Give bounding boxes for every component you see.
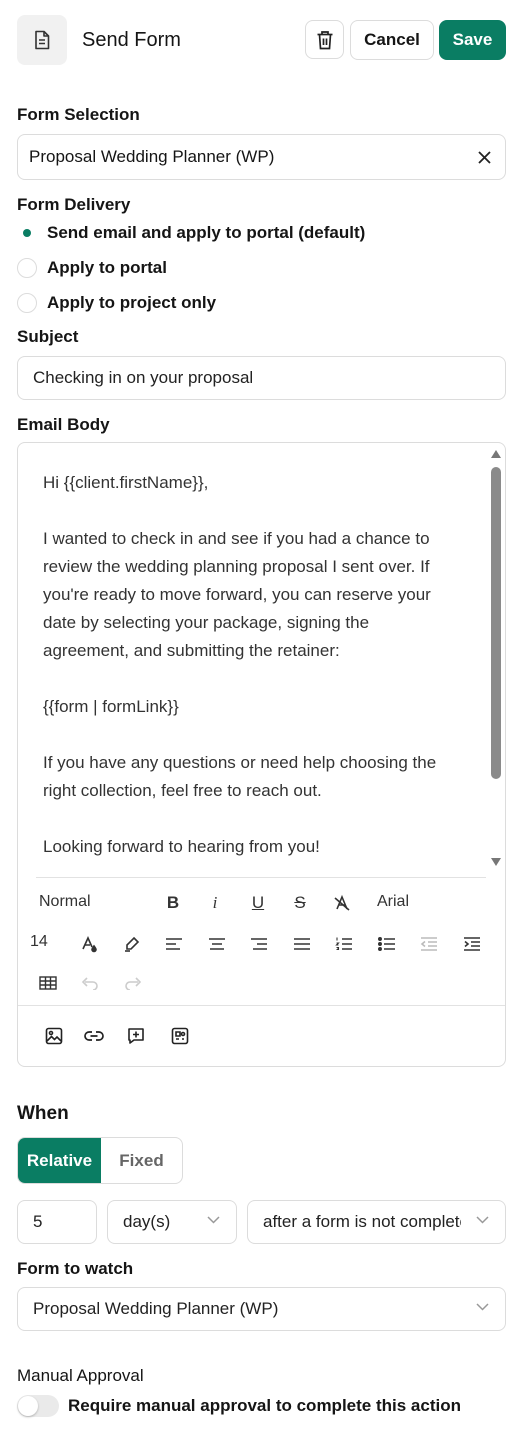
table-icon[interactable]	[37, 972, 59, 994]
delivery-option-project[interactable]: Apply to project only	[17, 291, 216, 315]
amount-input[interactable]: 5	[17, 1200, 97, 1244]
body-line: Looking forward to hearing from you!	[43, 837, 320, 856]
trash-icon	[317, 30, 332, 49]
highlight-icon[interactable]	[121, 933, 143, 955]
delivery-option-email-portal[interactable]: Send email and apply to portal (default)	[17, 221, 365, 245]
manual-approval-label: Manual Approval	[17, 1366, 144, 1385]
body-line: Hi {{client.firstName}},	[43, 473, 209, 492]
ordered-list-icon[interactable]	[333, 933, 355, 955]
toggle-knob	[18, 1396, 38, 1416]
form-selection-value: Proposal Wedding Planner (WP)	[29, 147, 275, 166]
tab-relative[interactable]: Relative	[18, 1138, 101, 1183]
body-line	[43, 665, 483, 693]
image-icon[interactable]	[43, 1025, 65, 1047]
manual-approval-toggle[interactable]	[17, 1395, 59, 1417]
align-left-icon[interactable]	[163, 933, 185, 955]
strikethrough-icon[interactable]: S	[289, 892, 311, 914]
body-line: If you have any questions or need help c…	[43, 753, 437, 772]
align-right-icon[interactable]	[248, 933, 270, 955]
amount-value: 5	[33, 1212, 43, 1231]
cancel-button[interactable]: Cancel	[350, 20, 434, 60]
condition-value: after a form is not completed	[263, 1212, 461, 1231]
font-size-select[interactable]: 14	[30, 933, 48, 951]
radio-button[interactable]	[17, 293, 37, 313]
condition-select[interactable]: after a form is not completed	[247, 1200, 506, 1244]
undo-icon[interactable]	[79, 972, 101, 994]
form-to-watch-select[interactable]: Proposal Wedding Planner (WP)	[17, 1287, 506, 1331]
scroll-up-arrow-icon[interactable]	[490, 449, 502, 459]
document-icon	[35, 30, 50, 50]
link-icon[interactable]	[83, 1025, 105, 1047]
template-icon[interactable]	[169, 1025, 191, 1047]
font-family-select[interactable]: Arial	[377, 893, 409, 911]
toolbar-divider	[36, 877, 486, 878]
unit-select[interactable]: day(s)	[107, 1200, 237, 1244]
chevron-down-icon	[476, 1216, 489, 1224]
email-body-content[interactable]: Hi {{client.firstName}}, I wanted to che…	[43, 469, 483, 874]
chevron-down-icon	[207, 1216, 220, 1224]
delivery-option-label: Apply to portal	[47, 258, 167, 277]
form-to-watch-value: Proposal Wedding Planner (WP)	[33, 1299, 279, 1318]
body-line: date by selecting your package, signing …	[43, 613, 370, 632]
redo-icon[interactable]	[122, 972, 144, 994]
radio-button[interactable]	[17, 258, 37, 278]
form-delivery-label: Form Delivery	[17, 195, 131, 214]
manual-approval-toggle-label: Require manual approval to complete this…	[68, 1396, 461, 1415]
body-line	[43, 721, 483, 749]
align-center-icon[interactable]	[206, 933, 228, 955]
tab-fixed[interactable]: Fixed	[101, 1138, 182, 1183]
body-line: agreement, and submitting the retainer:	[43, 641, 340, 660]
indent-icon[interactable]	[461, 933, 483, 955]
form-selection-label: Form Selection	[17, 105, 140, 124]
delivery-option-label: Send email and apply to portal (default)	[47, 223, 366, 242]
editor-footer-divider	[18, 1005, 505, 1006]
outdent-icon[interactable]	[418, 933, 440, 955]
body-line: you're ready to move forward, you can re…	[43, 585, 431, 604]
insert-field-icon[interactable]	[125, 1025, 147, 1047]
form-selection-field[interactable]: Proposal Wedding Planner (WP)	[17, 134, 506, 180]
paragraph-style-select[interactable]: Normal	[39, 893, 91, 911]
body-line	[43, 497, 483, 525]
align-justify-icon[interactable]	[291, 933, 313, 955]
body-line: right collection, feel free to reach out…	[43, 781, 322, 800]
italic-icon[interactable]: i	[204, 892, 226, 914]
clear-icon[interactable]	[478, 151, 491, 164]
form-icon-tile	[17, 15, 67, 65]
form-to-watch-label: Form to watch	[17, 1259, 134, 1278]
email-body-editor: Hi {{client.firstName}}, I wanted to che…	[17, 442, 506, 1067]
bold-icon[interactable]: B	[162, 892, 184, 914]
body-line	[43, 805, 483, 833]
delivery-option-portal[interactable]: Apply to portal	[17, 256, 167, 280]
body-line: I wanted to check in and see if you had …	[43, 529, 430, 548]
when-label: When	[17, 1103, 69, 1124]
text-color-icon[interactable]	[78, 933, 100, 955]
radio-button-selected[interactable]	[17, 223, 37, 243]
email-body-label: Email Body	[17, 415, 110, 434]
body-line: {{form | formLink}}	[43, 697, 179, 716]
delivery-option-label: Apply to project only	[47, 293, 217, 312]
clear-format-icon[interactable]	[331, 892, 353, 914]
subject-label: Subject	[17, 327, 79, 346]
delete-button[interactable]	[305, 20, 344, 59]
page-title: Send Form	[82, 29, 181, 51]
chevron-down-icon	[476, 1303, 489, 1311]
when-tabs: Relative Fixed	[17, 1137, 183, 1184]
scroll-down-arrow-icon[interactable]	[490, 857, 502, 867]
scrollbar-thumb[interactable]	[491, 467, 501, 779]
body-line: review the wedding planning proposal I s…	[43, 557, 430, 576]
underline-icon[interactable]: U	[247, 892, 269, 914]
save-button[interactable]: Save	[439, 20, 506, 60]
subject-value: Checking in on your proposal	[33, 368, 254, 387]
scrollbar[interactable]	[489, 447, 503, 871]
bullet-list-icon[interactable]	[376, 933, 398, 955]
unit-value: day(s)	[123, 1212, 171, 1231]
subject-input[interactable]: Checking in on your proposal	[17, 356, 506, 400]
